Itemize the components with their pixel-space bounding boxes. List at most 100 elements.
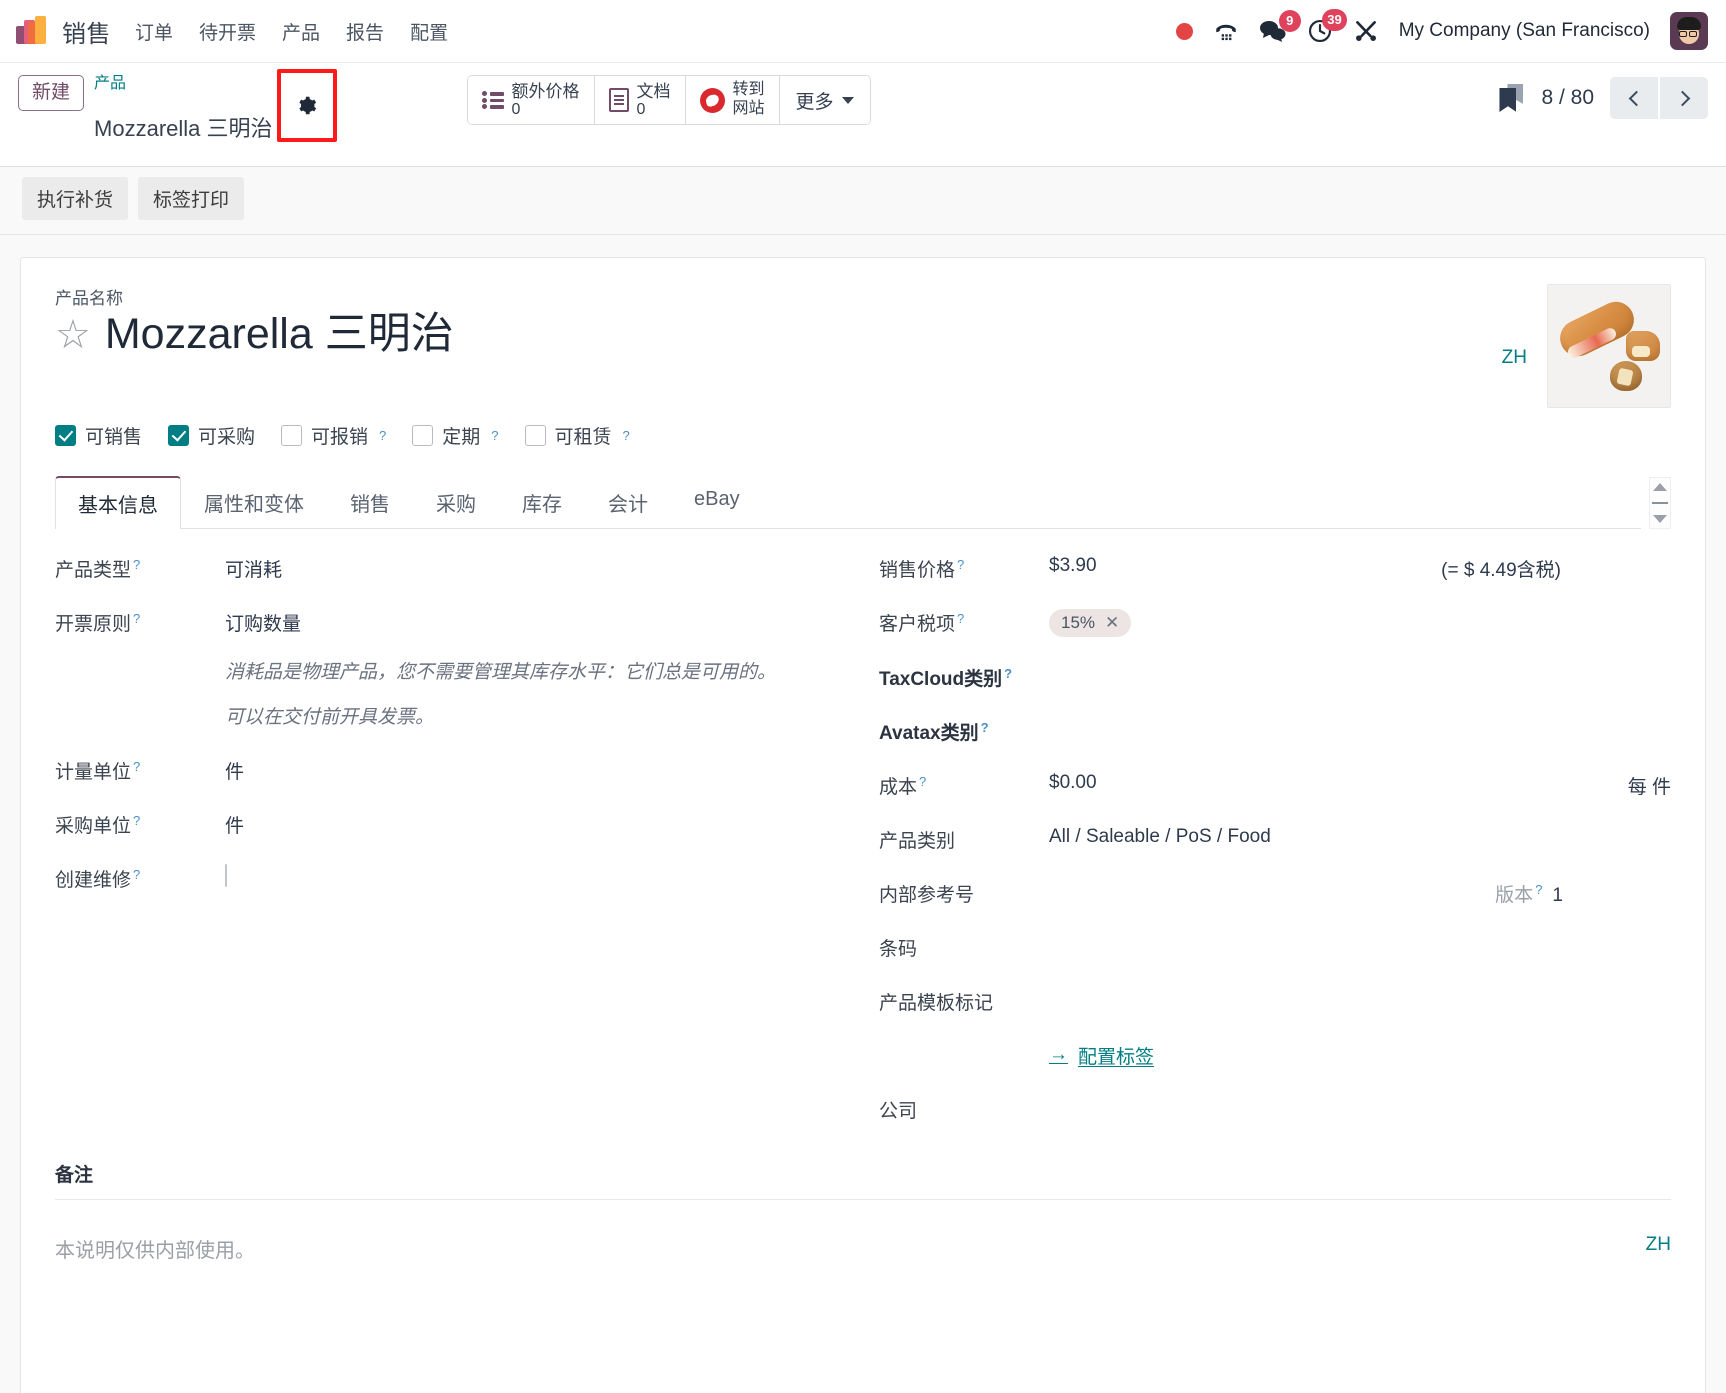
tab-attributes-variants[interactable]: 属性和变体 (181, 476, 327, 529)
checkbox-can-be-rented[interactable]: 可租赁 ? (524, 422, 630, 449)
checkbox-can-be-rented-box[interactable] (524, 424, 546, 446)
pager-next-button[interactable] (1660, 77, 1708, 119)
help-icon-cost[interactable]: ? (919, 774, 926, 789)
checkbox-create-repair[interactable] (225, 864, 227, 888)
field-company-value[interactable] (1049, 1096, 1671, 1118)
menu-item-products[interactable]: 产品 (282, 18, 320, 45)
stat-button-group: 额外价格 0 文档 0 转到 网站 更多 (466, 75, 871, 125)
stat-button-go-to-website[interactable]: 转到 网站 (685, 76, 780, 124)
chevron-up-icon[interactable] (1653, 483, 1667, 492)
field-company: 公司 (879, 1096, 1671, 1123)
checkbox-recurring[interactable]: 定期 ? (412, 422, 499, 449)
field-sales-price-value[interactable]: $3.90 (1049, 555, 1441, 577)
star-icon[interactable]: ☆ (55, 315, 91, 355)
phone-dialpad-icon[interactable] (1213, 18, 1239, 44)
scrollbar-thumb[interactable] (1652, 501, 1668, 504)
tab-inventory[interactable]: 库存 (499, 476, 585, 529)
checkbox-can-be-expensed[interactable]: 可报销 ? (281, 422, 386, 449)
tab-general-information[interactable]: 基本信息 (55, 475, 181, 529)
checkbox-can-be-purchased-box[interactable] (168, 424, 190, 446)
product-image-mozzarella-sandwich[interactable] (1547, 283, 1671, 408)
field-product-template-tags: 产品模板标记 (879, 988, 1671, 1015)
field-purchase-uom-label: 采购单位? (55, 811, 225, 838)
help-icon-can-be-rented[interactable]: ? (623, 428, 630, 443)
field-barcode-value[interactable] (1049, 934, 1671, 956)
more-dropdown-button[interactable]: 更多 (779, 76, 870, 124)
field-unit-of-measure-value[interactable]: 件 (225, 757, 803, 784)
checkbox-can-be-sold[interactable]: 可销售 (55, 422, 142, 449)
help-icon-invoicing-policy[interactable]: ? (133, 611, 140, 626)
bookmark-icon[interactable] (1499, 84, 1525, 112)
field-cost-value[interactable]: $0.00 (1049, 772, 1562, 794)
tab-sales[interactable]: 销售 (327, 476, 413, 529)
help-icon-product-type[interactable]: ? (133, 557, 140, 572)
notes-translate-zh[interactable]: ZH (1646, 1234, 1671, 1256)
checkbox-recurring-box[interactable] (412, 424, 434, 446)
form-column-right: 销售价格? $3.90 (= $ 4.49含税) 客户税项? 15% ✕ Tax… (863, 555, 1671, 1150)
sheet-scrollbar[interactable] (1649, 476, 1671, 529)
stat-documents-label: 文档 (636, 81, 671, 101)
print-labels-button[interactable]: 标签打印 (138, 176, 245, 220)
tab-accounting[interactable]: 会计 (585, 476, 671, 529)
field-product-type-value[interactable]: 可消耗 (225, 555, 803, 582)
pager-previous-button[interactable] (1610, 77, 1658, 119)
pager-count[interactable]: 8 / 80 (1541, 86, 1594, 110)
pager-area: 8 / 80 (1499, 77, 1708, 119)
help-icon-create-repair[interactable]: ? (133, 867, 140, 882)
odoo-bars-icon[interactable] (14, 14, 48, 48)
field-template-tags-value[interactable] (1049, 988, 1671, 1010)
close-icon[interactable]: ✕ (1105, 613, 1119, 633)
tab-purchase[interactable]: 采购 (413, 476, 499, 529)
gear-icon[interactable] (276, 68, 337, 142)
stat-extra-prices-value: 0 (511, 100, 521, 118)
help-icon-sales-price[interactable]: ? (957, 557, 964, 572)
stat-documents-value: 0 (636, 100, 646, 118)
menu-item-reporting[interactable]: 报告 (346, 18, 384, 45)
replenish-button[interactable]: 执行补货 (22, 176, 129, 220)
page-title[interactable]: Mozzarella 三明治 (105, 310, 454, 358)
messages-icon[interactable]: 9 (1259, 10, 1301, 43)
internal-notes-input[interactable]: 本说明仅供内部使用。 (55, 1234, 1616, 1263)
tab-ebay[interactable]: eBay (671, 476, 763, 529)
app-name[interactable]: 销售 (62, 14, 111, 49)
help-icon-purchase-uom[interactable]: ? (133, 813, 140, 828)
form-columns: 产品类型? 可消耗 开票原则? 订购数量 消耗品是物理产品，您不需要管理其库存水… (55, 555, 1671, 1150)
company-switcher[interactable]: My Company (San Francisco) (1399, 20, 1650, 42)
field-create-repair-label-text: 创建维修 (55, 870, 132, 892)
help-icon-customer-taxes[interactable]: ? (957, 611, 964, 626)
developer-tools-icon[interactable] (1353, 18, 1379, 44)
record-dot-icon[interactable] (1175, 22, 1193, 40)
field-product-type-label-text: 产品类型 (55, 559, 132, 581)
field-customer-taxes-value: 15% ✕ (1049, 608, 1671, 637)
field-version-value[interactable]: 1 (1552, 885, 1563, 907)
configure-tags-link[interactable]: → 配置标签 (1049, 1042, 1154, 1069)
menu-item-configuration[interactable]: 配置 (410, 18, 448, 45)
checkbox-can-be-sold-box[interactable] (55, 424, 76, 446)
tax-tag-15[interactable]: 15% ✕ (1049, 608, 1132, 637)
help-icon-recurring[interactable]: ? (491, 428, 498, 443)
menu-item-to-invoice[interactable]: 待开票 (199, 18, 256, 45)
user-avatar[interactable] (1670, 12, 1708, 50)
new-button[interactable]: 新建 (18, 75, 85, 111)
help-icon-taxcloud[interactable]: ? (1004, 666, 1012, 681)
field-purchase-uom-label-text: 采购单位 (55, 816, 132, 838)
field-invoicing-policy: 开票原则? 订购数量 (55, 609, 803, 636)
help-icon-version[interactable]: ? (1535, 882, 1542, 897)
activities-clock-icon[interactable]: 39 (1307, 9, 1347, 44)
chevron-down-icon[interactable] (1653, 514, 1667, 523)
checkbox-can-be-purchased[interactable]: 可采购 (168, 422, 255, 449)
stat-button-documents[interactable]: 文档 0 (594, 76, 686, 124)
field-purchase-uom-value[interactable]: 件 (225, 811, 803, 838)
checkbox-can-be-expensed-box[interactable] (281, 424, 303, 446)
field-invoicing-policy-value[interactable]: 订购数量 (225, 609, 803, 636)
help-icon-avatax[interactable]: ? (981, 720, 989, 735)
field-avatax-value[interactable] (1049, 718, 1671, 740)
field-internal-reference-value[interactable] (1049, 880, 1495, 902)
help-icon-can-be-expensed[interactable]: ? (379, 428, 386, 443)
menu-item-orders[interactable]: 订单 (135, 18, 173, 45)
field-taxcloud-value[interactable] (1049, 664, 1671, 686)
field-product-category-value[interactable]: All / Saleable / PoS / Food (1049, 826, 1671, 848)
help-icon-unit-of-measure[interactable]: ? (133, 759, 140, 774)
title-translate-zh[interactable]: ZH (1502, 323, 1527, 369)
stat-button-extra-prices[interactable]: 额外价格 0 (467, 76, 595, 124)
